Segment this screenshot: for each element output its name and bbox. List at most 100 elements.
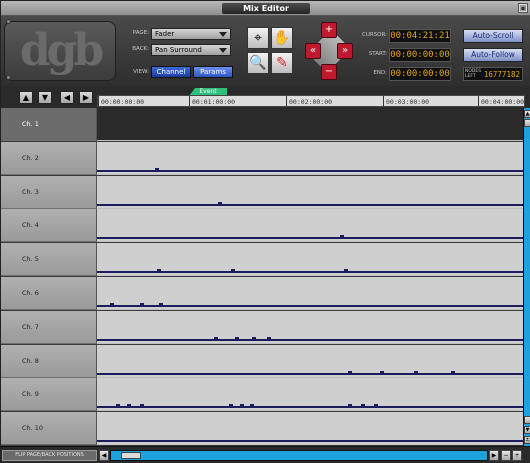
track-name[interactable]: Ch. 10 bbox=[1, 412, 97, 446]
track-row[interactable]: Ch. 10 bbox=[1, 412, 523, 446]
automation-node[interactable] bbox=[339, 235, 344, 240]
page-select[interactable]: Fader bbox=[151, 28, 231, 40]
track-row[interactable]: Ch. 8 bbox=[1, 344, 523, 378]
scroll-right-icon[interactable]: ▶ bbox=[489, 450, 499, 461]
scroll-left-button[interactable]: « bbox=[305, 43, 321, 59]
time-scale[interactable]: 00:00:00:00 00:01:00:00 00:02:00:00 00:0… bbox=[97, 95, 525, 107]
automation-line bbox=[97, 406, 523, 409]
end-time-field[interactable]: 00:00:00:00 bbox=[389, 67, 451, 81]
automation-node[interactable] bbox=[373, 404, 378, 409]
automation-node[interactable] bbox=[139, 303, 144, 307]
track-up-button[interactable]: ▲ bbox=[19, 91, 33, 104]
cursor-label: CURSOR: bbox=[361, 32, 387, 38]
automation-lane[interactable] bbox=[97, 141, 523, 175]
scroll-left-icon[interactable]: ◀ bbox=[99, 450, 109, 461]
zoom-icon[interactable]: ± bbox=[524, 436, 530, 444]
track-row[interactable]: Ch. 4 bbox=[1, 209, 523, 243]
track-row[interactable]: Ch. 9 bbox=[1, 378, 523, 412]
automation-lane[interactable] bbox=[97, 175, 523, 209]
auto-follow-button[interactable]: Auto-Follow bbox=[463, 48, 523, 62]
magnifier-icon[interactable]: 🔍 bbox=[247, 52, 269, 74]
automation-node[interactable] bbox=[109, 303, 114, 307]
automation-node[interactable] bbox=[154, 167, 159, 172]
automation-node[interactable] bbox=[239, 404, 244, 409]
automation-node[interactable] bbox=[250, 404, 255, 409]
eraser-icon[interactable]: ✎ bbox=[271, 52, 293, 74]
automation-lane[interactable] bbox=[97, 378, 523, 412]
page-label: PAGE: bbox=[132, 30, 149, 36]
track-name[interactable]: Ch. 2 bbox=[1, 141, 97, 175]
time-tick: 00:01:00:00 bbox=[189, 96, 235, 106]
automation-node[interactable] bbox=[235, 336, 240, 341]
title-bar[interactable]: Mix Editor ▣ bbox=[1, 1, 530, 16]
automation-node[interactable] bbox=[139, 404, 144, 409]
automation-line bbox=[97, 372, 523, 375]
track-row[interactable]: Ch. 3 bbox=[1, 175, 523, 209]
zoom-out-button[interactable]: − bbox=[321, 64, 337, 80]
view-channel-button[interactable]: Channel bbox=[151, 66, 191, 78]
start-time-field[interactable]: 00:00:00:00 bbox=[389, 48, 451, 62]
zoom-out-icon[interactable]: − bbox=[501, 450, 511, 461]
automation-lane[interactable] bbox=[97, 412, 523, 446]
crosshair-icon[interactable]: ⌖ bbox=[247, 27, 269, 49]
track-name[interactable]: Ch. 7 bbox=[1, 310, 97, 344]
automation-lane[interactable] bbox=[97, 243, 523, 277]
track-row[interactable]: Ch. 2 bbox=[1, 141, 523, 175]
track-row[interactable]: Ch. 5 bbox=[1, 243, 523, 277]
automation-node[interactable] bbox=[348, 404, 353, 409]
automation-lane[interactable] bbox=[97, 344, 523, 378]
automation-node[interactable] bbox=[229, 404, 234, 409]
track-down-button[interactable]: ▼ bbox=[38, 91, 52, 104]
zoom-in-button[interactable]: + bbox=[321, 22, 337, 38]
time-tick: 00:02:00:00 bbox=[286, 96, 332, 106]
automation-node[interactable] bbox=[126, 404, 131, 409]
automation-node[interactable] bbox=[116, 404, 121, 409]
automation-node[interactable] bbox=[361, 404, 366, 409]
back-select[interactable]: Pan Surround bbox=[151, 44, 231, 56]
automation-lane[interactable] bbox=[97, 209, 523, 243]
track-name[interactable]: Ch. 4 bbox=[1, 209, 97, 243]
automation-lane[interactable] bbox=[97, 108, 523, 141]
scroll-down-icon[interactable]: ▼ bbox=[524, 426, 530, 434]
track-name[interactable]: Ch. 8 bbox=[1, 344, 97, 378]
track-row[interactable]: Ch. 7 bbox=[1, 310, 523, 344]
track-name[interactable]: Ch. 1 bbox=[1, 108, 97, 141]
automation-node[interactable] bbox=[380, 370, 385, 375]
end-label: END: bbox=[373, 70, 387, 76]
automation-node[interactable] bbox=[218, 201, 223, 206]
scroll-right-button[interactable]: » bbox=[337, 43, 353, 59]
automation-lane[interactable] bbox=[97, 310, 523, 344]
automation-node[interactable] bbox=[348, 370, 353, 375]
track-row[interactable]: Ch. 6 bbox=[1, 277, 523, 310]
window-collapse-button[interactable]: ▣ bbox=[518, 3, 528, 13]
time-forward-button[interactable]: ▶ bbox=[79, 91, 93, 104]
automation-node[interactable] bbox=[252, 336, 257, 341]
automation-node[interactable] bbox=[267, 336, 272, 341]
auto-scroll-button[interactable]: Auto-Scroll bbox=[463, 29, 523, 43]
automation-lane[interactable] bbox=[97, 277, 523, 310]
logo: dgb bbox=[4, 21, 116, 81]
vertical-scrollbar[interactable]: ▲ ▼ ± bbox=[523, 108, 530, 446]
automation-node[interactable] bbox=[344, 269, 349, 274]
scroll-thumb-end[interactable] bbox=[524, 416, 530, 424]
track-name[interactable]: Ch. 3 bbox=[1, 175, 97, 209]
flip-page-back-button[interactable]: FLIP PAGE/BACK POSITIONS bbox=[2, 450, 97, 461]
horizontal-scrollbar[interactable] bbox=[110, 450, 488, 461]
hand-icon[interactable]: ✋ bbox=[271, 27, 293, 49]
automation-node[interactable] bbox=[156, 269, 161, 274]
scroll-up-icon[interactable]: ▲ bbox=[524, 110, 530, 118]
track-name[interactable]: Ch. 5 bbox=[1, 243, 97, 277]
automation-node[interactable] bbox=[414, 370, 419, 375]
time-back-button[interactable]: ◀ bbox=[60, 91, 74, 104]
view-params-button[interactable]: Params bbox=[193, 66, 233, 78]
automation-node[interactable] bbox=[231, 269, 236, 274]
track-name[interactable]: Ch. 6 bbox=[1, 277, 97, 310]
track-name[interactable]: Ch. 9 bbox=[1, 378, 97, 412]
automation-node[interactable] bbox=[158, 303, 163, 307]
scroll-thumb[interactable] bbox=[524, 119, 530, 127]
zoom-in-icon[interactable]: + bbox=[512, 450, 522, 461]
automation-node[interactable] bbox=[214, 336, 219, 341]
automation-node[interactable] bbox=[450, 370, 455, 375]
horizontal-scroll-thumb[interactable] bbox=[121, 452, 141, 459]
track-row[interactable]: Ch. 1 bbox=[1, 108, 523, 141]
